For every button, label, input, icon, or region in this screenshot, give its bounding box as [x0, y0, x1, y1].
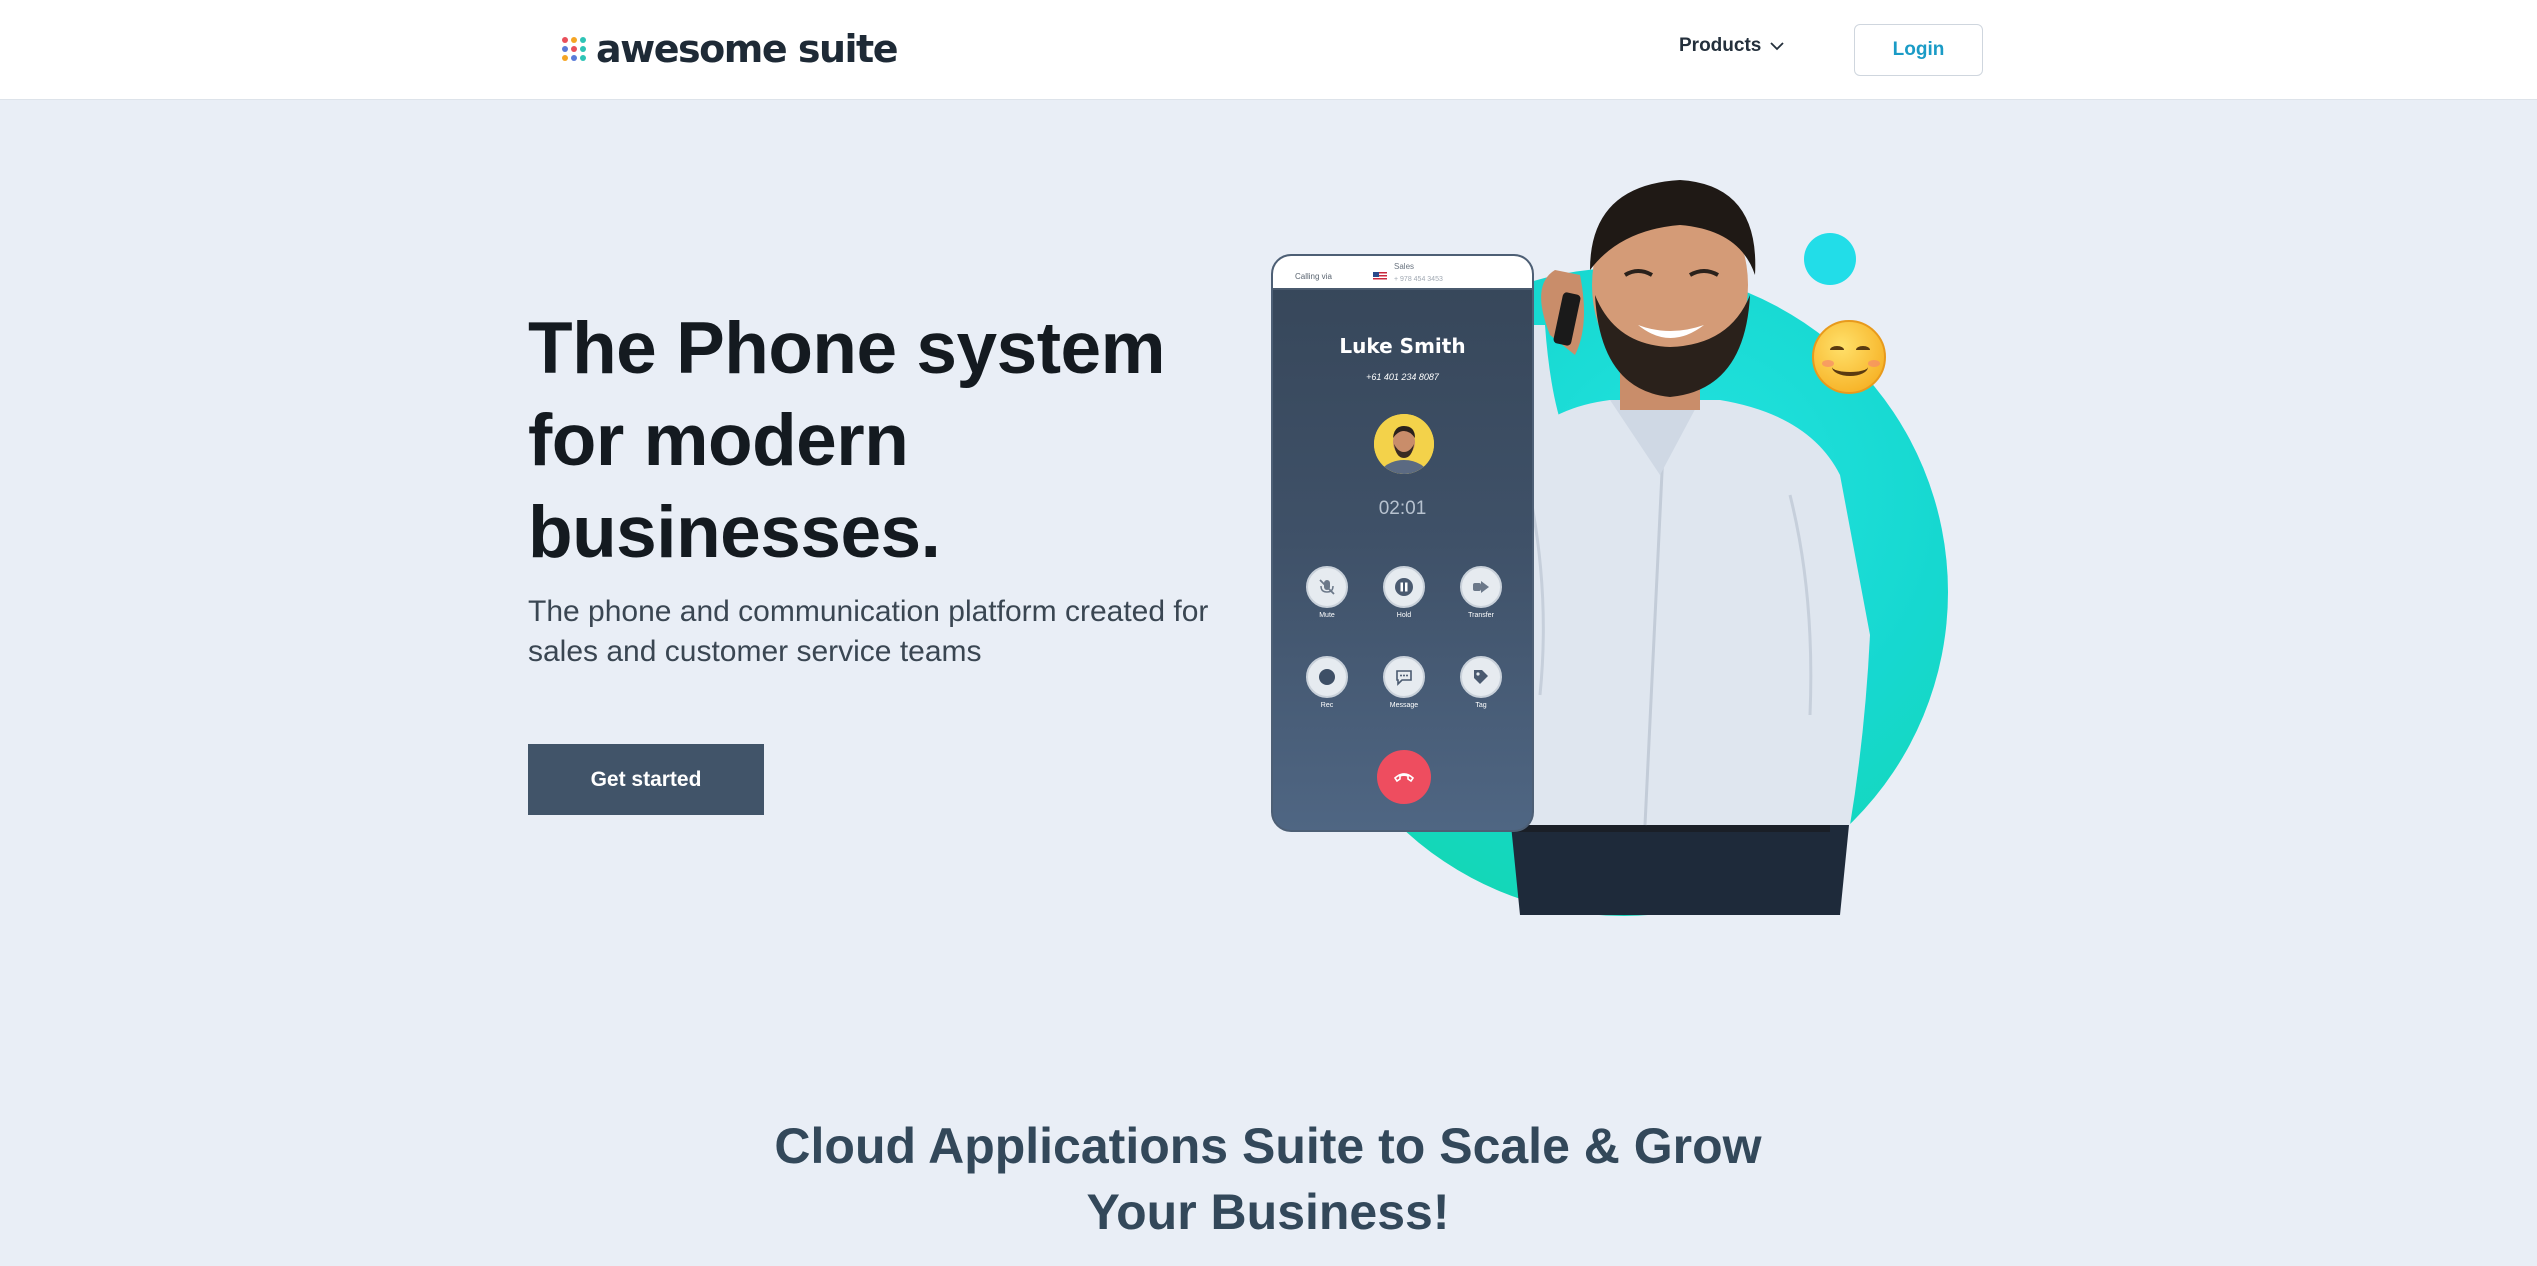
tag-icon: [1474, 670, 1488, 684]
login-button[interactable]: Login: [1854, 24, 1983, 76]
pause-icon: [1395, 578, 1413, 596]
hold-button[interactable]: [1383, 566, 1425, 608]
nav-products-menu[interactable]: Products: [1679, 35, 1785, 57]
caller-avatar: [1374, 414, 1434, 474]
section-title-line-1: Cloud Applications Suite to Scale & Grow: [774, 1118, 1762, 1174]
record-icon: [1319, 669, 1335, 685]
hero-title-line-1: The Phone system: [528, 308, 1166, 389]
line-number: + 978 454 3453: [1394, 276, 1443, 283]
caller-name: Luke Smith: [1339, 334, 1466, 358]
logo-link[interactable]: awesome suite: [562, 24, 898, 74]
section-title: Cloud Applications Suite to Scale & Grow…: [718, 1113, 1818, 1245]
mic-off-icon: [1319, 579, 1335, 595]
transfer-icon: [1473, 581, 1489, 593]
site-header: awesome suite Products Login: [0, 0, 2537, 100]
transfer-button[interactable]: [1460, 566, 1502, 608]
tag-label: Tag: [1475, 702, 1487, 709]
us-flag-icon: [1373, 272, 1387, 281]
hang-up-button[interactable]: [1377, 750, 1431, 804]
line-name: Sales: [1394, 262, 1415, 271]
chevron-down-icon: [1770, 42, 1784, 51]
hero-title: The Phone system for modern businesses.: [528, 303, 1248, 579]
get-started-button[interactable]: Get started: [528, 744, 764, 815]
caller-number: +61 401 234 8087: [1366, 372, 1439, 382]
logo-text: awesome suite: [596, 27, 898, 71]
phone-call-mockup: Calling via Sales + 978 454 3453 Luke Sm…: [1271, 254, 1534, 832]
mute-button[interactable]: [1306, 566, 1348, 608]
call-timer: 02:01: [1378, 498, 1427, 519]
hold-label: Hold: [1396, 612, 1412, 619]
record-button[interactable]: [1306, 656, 1348, 698]
hero-title-line-2: for modern: [528, 400, 909, 481]
hang-up-icon: [1393, 773, 1415, 783]
logo-dots-icon: [562, 37, 586, 61]
nav-products-label: Products: [1679, 35, 1762, 56]
message-button[interactable]: [1383, 656, 1425, 698]
hero-title-line-3: businesses.: [528, 492, 941, 573]
mute-label: Mute: [1319, 612, 1335, 619]
transfer-label: Transfer: [1468, 612, 1494, 619]
businessman-illustration: [1492, 180, 1870, 915]
message-icon: [1396, 670, 1412, 686]
smiley-emoji-icon: [1812, 320, 1886, 394]
calling-via-label: Calling via: [1295, 272, 1332, 281]
hero-subtitle: The phone and communication platform cre…: [528, 595, 1209, 668]
section-title-line-2: Your Business!: [1086, 1184, 1450, 1240]
phone-status-bar: Calling via Sales + 978 454 3453: [1273, 256, 1532, 290]
tag-button[interactable]: [1460, 656, 1502, 698]
message-label: Message: [1389, 702, 1419, 709]
record-label: Rec: [1320, 702, 1334, 709]
